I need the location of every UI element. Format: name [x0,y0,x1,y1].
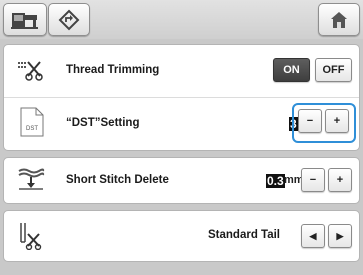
dst-setting-label: “DST”Setting [66,117,140,129]
top-toolbar [0,0,363,39]
thread-trimming-off-button[interactable]: OFF [315,58,352,82]
dst-setting-row: DST “DST”Setting 3 − + [4,98,359,150]
home-button[interactable] [318,3,360,36]
machine-view-button[interactable] [3,3,47,36]
short-stitch-icon [18,168,45,190]
dst-increase-button[interactable]: + [325,109,349,133]
dst-decrease-button[interactable]: − [298,109,322,133]
short-stitch-decrease-button[interactable]: − [301,168,325,192]
thread-trimming-on-button[interactable]: ON [273,58,310,82]
thread-trimming-label: Thread Trimming [66,64,160,76]
short-stitch-label: Short Stitch Delete [66,174,169,186]
thread-trimming-icon [18,61,43,81]
home-icon [331,11,347,28]
thread-trimming-row: Thread Trimming ON OFF [4,45,359,97]
needle-scissors-icon [20,223,42,250]
diamond-arrow-icon [58,9,80,30]
dst-file-label: DST [26,126,38,132]
tail-setting-panel: Standard Tail ◀ ▶ [3,210,360,262]
settings-nav-button[interactable] [48,3,90,36]
tail-setting-value: Standard Tail [208,229,280,241]
short-stitch-increase-button[interactable]: + [328,168,352,192]
tail-previous-button[interactable]: ◀ [301,224,325,248]
dst-file-icon: DST [20,107,44,137]
machine-icon [11,12,38,29]
trimming-settings-panel: Thread Trimming ON OFF DST “DST”Setting … [3,44,360,151]
tail-next-button[interactable]: ▶ [328,224,352,248]
short-stitch-panel: Short Stitch Delete 0.3 mm − + [3,157,360,204]
short-stitch-value: 0.3 [266,174,285,188]
